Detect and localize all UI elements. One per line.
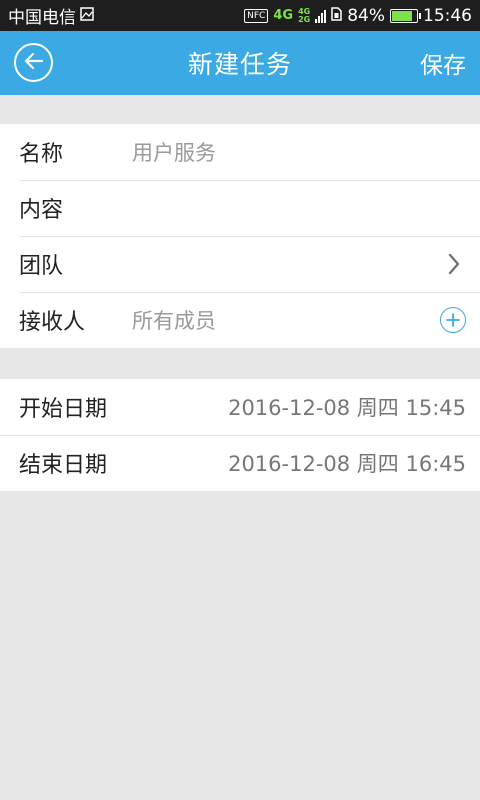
save-button[interactable]: 保存 xyxy=(420,31,466,95)
battery-fill xyxy=(392,10,413,21)
network-type-bottom: 2G xyxy=(298,14,311,24)
team-label: 团队 xyxy=(19,254,64,279)
task-info-group: 名称 用户服务 内容 团队 接收人 所有成员 xyxy=(0,124,480,348)
status-bar: 中国电信 NFC 4G 4G 2G 84% 15:46 xyxy=(0,0,480,31)
chevron-right-icon[interactable] xyxy=(442,252,466,276)
battery-percent: 84% xyxy=(347,5,385,26)
clock: 15:46 xyxy=(423,5,472,26)
start-date-value[interactable]: 2016-12-08 周四 15:45 xyxy=(132,392,466,422)
page-title: 新建任务 xyxy=(187,50,292,79)
end-date-label: 结束日期 xyxy=(19,453,108,478)
back-arrow-icon xyxy=(24,52,44,74)
recipient-value: 所有成员 xyxy=(132,309,216,333)
recipient-row[interactable]: 接收人 所有成员 xyxy=(0,292,480,348)
name-input[interactable]: 用户服务 xyxy=(132,137,466,167)
content-row[interactable]: 内容 xyxy=(0,180,480,236)
end-date-value[interactable]: 2016-12-08 周四 16:45 xyxy=(132,448,466,478)
add-circle-icon[interactable] xyxy=(440,307,466,333)
status-right: NFC 4G 4G 2G 84% 15:46 xyxy=(244,6,472,26)
name-row[interactable]: 名称 用户服务 xyxy=(0,124,480,180)
nfc-icon: NFC xyxy=(244,8,269,23)
image-notification-icon xyxy=(80,6,94,26)
app-header: 新建任务 保存 xyxy=(0,31,480,95)
battery-icon xyxy=(390,8,421,23)
carrier-name: 中国电信 xyxy=(8,8,76,28)
network-type-icon: 4G 2G xyxy=(298,7,311,24)
team-row[interactable]: 团队 xyxy=(0,236,480,292)
signal-icon xyxy=(315,9,327,23)
recipient-label: 接收人 xyxy=(19,310,86,335)
sim-icon xyxy=(331,6,342,26)
name-label: 名称 xyxy=(19,142,64,167)
start-date-row[interactable]: 开始日期 2016-12-08 周四 15:45 xyxy=(0,379,480,435)
date-group: 开始日期 2016-12-08 周四 15:45 结束日期 2016-12-08… xyxy=(0,379,480,491)
back-button[interactable] xyxy=(14,43,53,82)
status-left: 中国电信 xyxy=(8,3,94,28)
content-label: 内容 xyxy=(19,198,64,223)
end-date-row[interactable]: 结束日期 2016-12-08 周四 16:45 xyxy=(0,435,480,491)
start-date-label: 开始日期 xyxy=(19,397,108,422)
network-4g-icon: 4G xyxy=(273,8,294,23)
